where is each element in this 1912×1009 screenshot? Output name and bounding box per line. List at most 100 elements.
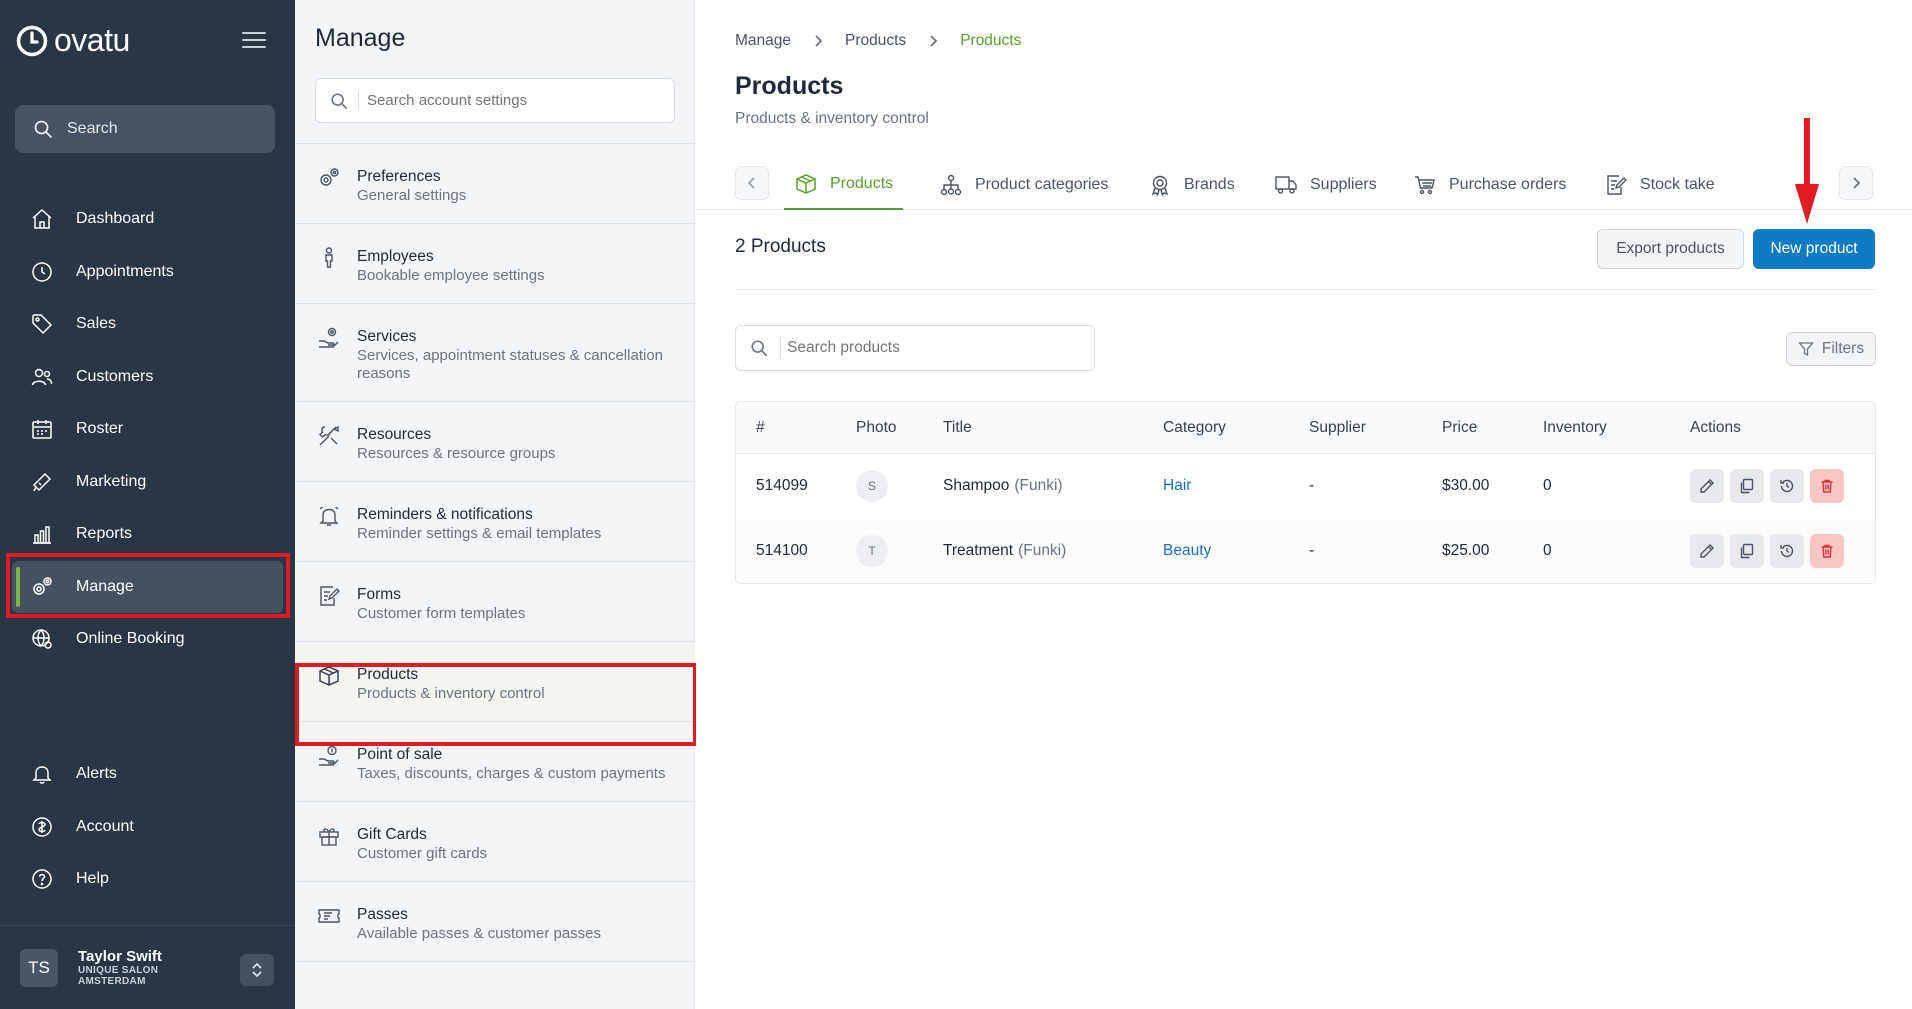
settings-item-products[interactable]: Products Products & inventory control xyxy=(295,642,695,722)
col-photo: Photo xyxy=(856,418,897,436)
nav-label: Account xyxy=(76,817,134,835)
annotation-arrow-icon xyxy=(1793,118,1821,226)
chevron-up-down-icon[interactable] xyxy=(240,954,274,986)
settings-item-passes[interactable]: Passes Available passes & customer passe… xyxy=(295,882,695,962)
menu-toggle-icon[interactable] xyxy=(242,32,266,52)
history-button[interactable] xyxy=(1770,469,1804,504)
logo[interactable]: ovatu xyxy=(16,22,130,59)
pencil-icon xyxy=(1699,543,1715,559)
tab-scroll-left-button[interactable] xyxy=(735,166,769,200)
settings-item-title: Point of sale xyxy=(357,746,443,763)
award-icon xyxy=(1148,173,1172,197)
cart-icon xyxy=(1413,173,1437,197)
col-price: Price xyxy=(1442,418,1478,436)
gears-icon xyxy=(30,575,54,599)
settings-item-title: Forms xyxy=(357,586,401,603)
nav-item-online-booking[interactable]: Online Booking xyxy=(0,613,295,666)
filters-button[interactable]: Filters xyxy=(1786,332,1876,366)
breadcrumb-products[interactable]: Products xyxy=(845,32,906,50)
settings-item-sub: Available passes & customer passes xyxy=(357,925,602,942)
row-id: 514099 xyxy=(756,477,808,495)
tab-label: Brands xyxy=(1184,176,1235,193)
trash-icon xyxy=(1819,478,1835,494)
history-icon xyxy=(1779,543,1795,559)
settings-item-point-of-sale[interactable]: Point of sale Taxes, discounts, charges … xyxy=(295,722,695,802)
settings-item-title: Preferences xyxy=(357,168,441,185)
breadcrumb-manage[interactable]: Manage xyxy=(735,32,791,50)
product-search-input[interactable] xyxy=(787,339,1067,357)
home-icon xyxy=(30,207,54,231)
settings-item-sub: Resources & resource groups xyxy=(357,445,556,462)
duplicate-button[interactable] xyxy=(1730,469,1764,504)
breadcrumb-current: Products xyxy=(960,32,1022,49)
settings-item-sub: Services, appointment statuses & cancell… xyxy=(357,347,663,382)
row-category[interactable]: Beauty xyxy=(1163,519,1211,584)
settings-item-sub: General settings xyxy=(357,187,467,204)
bell-icon xyxy=(30,762,54,786)
settings-search[interactable] xyxy=(315,78,675,123)
tab-purchase-orders[interactable]: Purchase orders xyxy=(1403,160,1576,210)
nav-item-dashboard[interactable]: Dashboard xyxy=(0,193,295,246)
nav-item-sales[interactable]: Sales xyxy=(0,298,295,351)
edit-button[interactable] xyxy=(1690,469,1724,504)
settings-item-resources[interactable]: Resources Resources & resource groups xyxy=(295,402,695,482)
nav-item-roster[interactable]: Roster xyxy=(0,403,295,456)
tab-label: Product categories xyxy=(975,176,1109,193)
settings-item-services[interactable]: Services Services, appointment statuses … xyxy=(295,304,695,402)
settings-item-reminders[interactable]: Reminders & notifications Reminder setti… xyxy=(295,482,695,562)
new-product-button[interactable]: New product xyxy=(1753,229,1875,269)
delete-button[interactable] xyxy=(1810,533,1844,568)
delete-button[interactable] xyxy=(1810,469,1844,504)
clock-icon xyxy=(30,260,54,284)
product-photo-placeholder[interactable]: T xyxy=(856,534,888,567)
globe-gear-icon xyxy=(30,627,54,651)
duplicate-button[interactable] xyxy=(1730,533,1764,568)
row-category[interactable]: Hair xyxy=(1163,454,1191,519)
copy-icon xyxy=(1739,543,1755,559)
tab-product-categories[interactable]: Product categories xyxy=(929,160,1118,210)
product-photo-placeholder[interactable]: S xyxy=(856,470,888,503)
nav-search-button[interactable]: Search xyxy=(15,105,275,153)
nav-label: Online Booking xyxy=(76,630,185,648)
nav-item-manage[interactable]: Manage xyxy=(12,560,283,613)
history-icon xyxy=(1779,478,1795,494)
export-products-button[interactable]: Export products xyxy=(1597,229,1744,269)
settings-item-preferences[interactable]: Preferences General settings xyxy=(295,144,695,224)
nav-item-account[interactable]: Account xyxy=(0,801,295,854)
user-profile[interactable]: TS Taylor Swift UNIQUE SALON AMSTERDAM xyxy=(0,925,295,1009)
table-row[interactable]: 514099 S Shampoo (Funki) Hair - $30.00 0 xyxy=(736,454,1875,519)
nav-item-appointments[interactable]: Appointments xyxy=(0,246,295,299)
edit-button[interactable] xyxy=(1690,533,1724,568)
settings-search-input[interactable] xyxy=(367,92,647,109)
settings-item-employees[interactable]: Employees Bookable employee settings xyxy=(295,224,695,304)
tab-label: Stock take xyxy=(1640,176,1715,193)
settings-item-gift-cards[interactable]: Gift Cards Customer gift cards xyxy=(295,802,695,882)
alarm-bell-icon xyxy=(317,504,341,528)
tab-stock-take[interactable]: Stock take xyxy=(1594,160,1725,210)
search-icon xyxy=(33,119,53,139)
nav-label: Manage xyxy=(76,577,134,595)
nav-search-label: Search xyxy=(67,120,118,137)
nav-item-alerts[interactable]: Alerts xyxy=(0,748,295,801)
main-content: Manage Products Products Products Produc… xyxy=(696,0,1912,1009)
nav-item-marketing[interactable]: Marketing xyxy=(0,456,295,509)
history-button[interactable] xyxy=(1770,533,1804,568)
nav-item-customers[interactable]: Customers xyxy=(0,351,295,404)
tab-brands[interactable]: Brands xyxy=(1138,160,1245,210)
settings-item-forms[interactable]: Forms Customer form templates xyxy=(295,562,695,642)
tab-suppliers[interactable]: Suppliers xyxy=(1264,160,1387,210)
table-row[interactable]: 514100 T Treatment (Funki) Beauty - $25.… xyxy=(736,518,1875,584)
products-table: # Photo Title Category Supplier Price In… xyxy=(735,401,1876,584)
settings-item-title: Products xyxy=(357,666,419,683)
nav-label: Help xyxy=(76,870,109,888)
tab-scroll-right-button[interactable] xyxy=(1839,166,1873,200)
row-id: 514100 xyxy=(756,541,808,559)
product-search[interactable] xyxy=(735,325,1095,371)
row-title[interactable]: Treatment xyxy=(943,542,1013,560)
gift-icon xyxy=(317,824,341,848)
row-title[interactable]: Shampoo xyxy=(943,477,1009,495)
nav-item-help[interactable]: Help xyxy=(0,853,295,906)
nav-item-reports[interactable]: Reports xyxy=(0,508,295,561)
col-inventory: Inventory xyxy=(1543,418,1607,436)
tab-products[interactable]: Products xyxy=(784,160,904,210)
